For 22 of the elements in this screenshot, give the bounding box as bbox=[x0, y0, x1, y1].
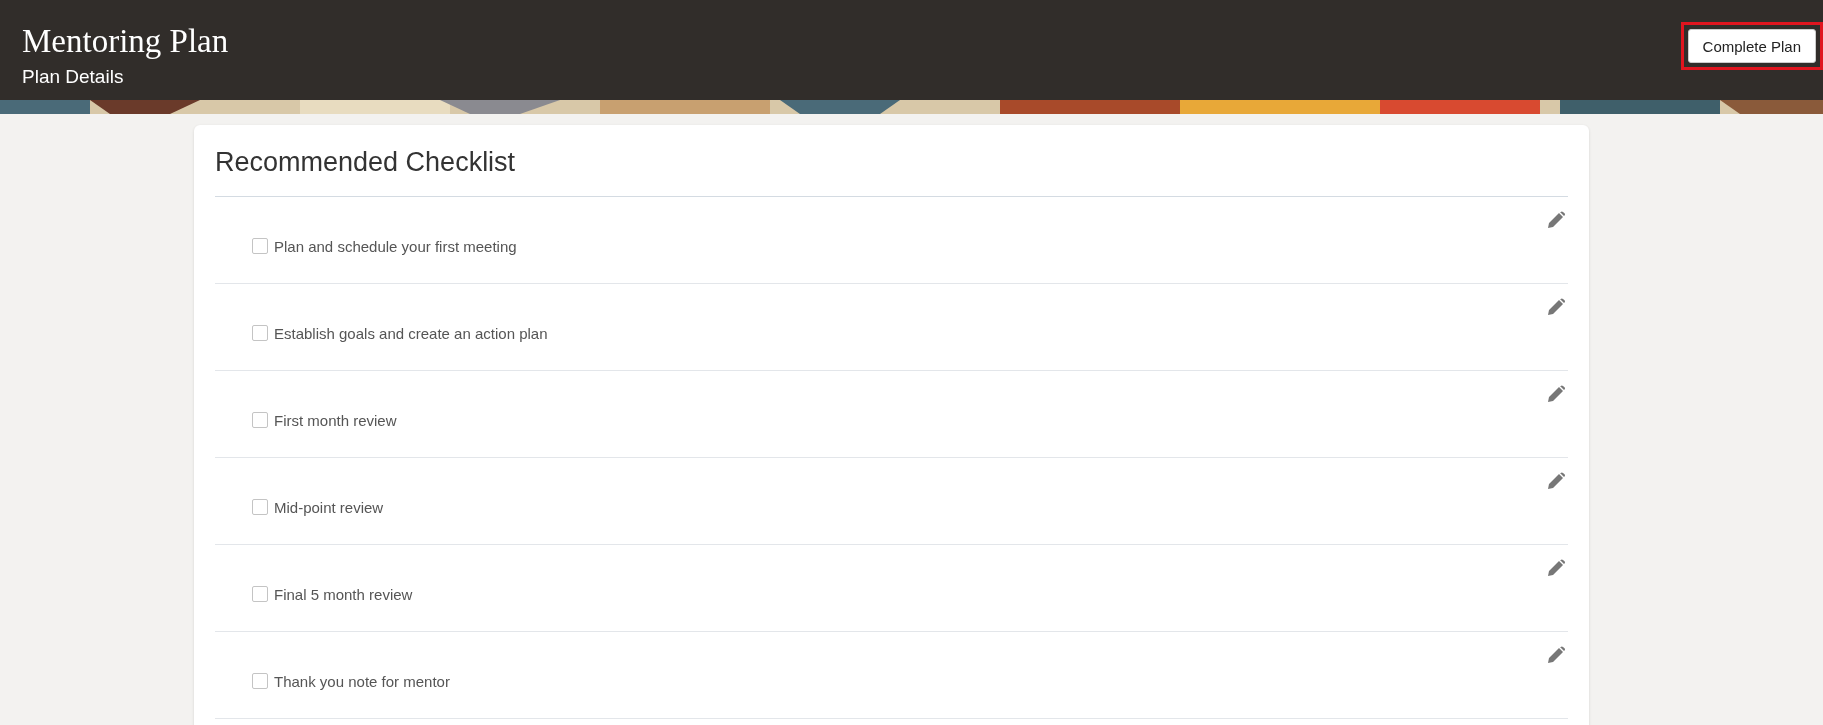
checklist-item-label: Mid-point review bbox=[274, 498, 384, 516]
checkbox[interactable] bbox=[252, 412, 268, 428]
edit-icon[interactable] bbox=[1547, 646, 1565, 664]
page-subtitle: Plan Details bbox=[22, 66, 125, 88]
section-title: Recommended Checklist bbox=[215, 125, 1568, 197]
edit-icon[interactable] bbox=[1547, 559, 1565, 577]
edit-icon[interactable] bbox=[1547, 472, 1565, 490]
edit-icon[interactable] bbox=[1547, 298, 1565, 316]
checklist-item-label: First month review bbox=[274, 411, 397, 429]
checklist-item-label: Establish goals and create an action plan bbox=[274, 324, 548, 342]
checkbox[interactable] bbox=[252, 325, 268, 341]
page-title: Mentoring Plan bbox=[22, 22, 229, 60]
checklist-item-label: Final 5 month review bbox=[274, 585, 413, 603]
complete-plan-button[interactable]: Complete Plan bbox=[1687, 29, 1816, 63]
edit-icon[interactable] bbox=[1547, 211, 1565, 229]
checklist-item-label: Plan and schedule your first meeting bbox=[274, 237, 517, 255]
checklist-item-label: Thank you note for mentor bbox=[274, 672, 450, 690]
checkbox[interactable] bbox=[252, 499, 268, 515]
edit-icon[interactable] bbox=[1547, 385, 1565, 403]
checkbox[interactable] bbox=[252, 586, 268, 602]
checkbox[interactable] bbox=[252, 673, 268, 689]
checkbox[interactable] bbox=[252, 238, 268, 254]
